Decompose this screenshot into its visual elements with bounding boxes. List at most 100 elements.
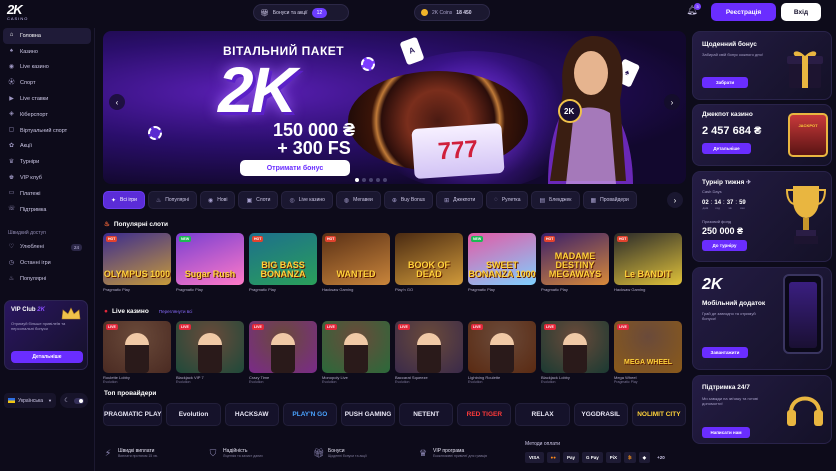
tab-category[interactable]: ⊕ Buy Bonus [383, 191, 434, 209]
live-game-tile[interactable]: LIVE Blackjack VIP 7 Evolution [176, 321, 244, 384]
contact-us-button[interactable]: Написати нам [702, 427, 750, 438]
game-thumbnail[interactable]: HOT Le BANDIT [614, 233, 682, 285]
game-tile[interactable]: HOT Le BANDIT Hacksaw Gaming [614, 233, 682, 292]
login-button[interactable]: Вхід [781, 3, 821, 21]
tab-category[interactable]: ▣ Слоти [238, 191, 279, 209]
game-title: SWEET BONANZA 1000 [468, 260, 536, 279]
carousel-dot[interactable] [362, 178, 366, 182]
carousel-dot[interactable] [369, 178, 373, 182]
carousel-dot[interactable] [355, 178, 359, 182]
chevron-right-icon[interactable]: › [664, 94, 680, 110]
provider-logo[interactable]: NOLIMIT CITY [631, 403, 686, 426]
prize-value: 250 000 ₴ [702, 226, 744, 236]
coins-pill[interactable]: 2K Coins 18 450 [414, 4, 490, 21]
game-tile[interactable]: NEW Sugar Rush Pragmatic Play [176, 233, 244, 292]
game-thumbnail[interactable]: NEW Sugar Rush [176, 233, 244, 285]
live-game-tile[interactable]: LIVE Roulette Lobby Evolution [103, 321, 171, 384]
chevron-right-icon[interactable]: › [667, 192, 683, 208]
chevron-left-icon[interactable]: ‹ [109, 94, 125, 110]
live-thumbnail[interactable]: LIVE [468, 321, 536, 373]
game-tile[interactable]: BOOK OF DEAD Play'n GO [395, 233, 463, 292]
sidebar-item-sport[interactable]: ⚽︎ Спорт [0, 75, 94, 91]
provider-logo[interactable]: RED TIGER [457, 403, 512, 426]
live-thumbnail[interactable]: LIVE [249, 321, 317, 373]
provider-logo[interactable]: PLAY'N GO [282, 403, 337, 426]
tab-category[interactable]: ◎ Live казино [281, 191, 333, 209]
game-thumbnail[interactable]: HOT WANTED [322, 233, 390, 285]
provider-logo[interactable]: Evolution [166, 403, 221, 426]
tab-category[interactable]: ▤ Блекджек [531, 191, 580, 209]
provider-logo[interactable]: PRAGMATIC PLAY [103, 403, 163, 426]
game-thumbnail[interactable]: BOOK OF DEAD [395, 233, 463, 285]
carousel-dot[interactable] [383, 178, 387, 182]
live-thumbnail[interactable]: LIVE [395, 321, 463, 373]
sidebar-item-live-casino[interactable]: ◉ Live казино [0, 60, 94, 76]
tab-category[interactable]: ◍ Мегавеи [335, 191, 381, 209]
carousel-dots[interactable] [355, 178, 387, 182]
sidebar-item-favorites[interactable]: ♡ Улюблені 24 [0, 240, 94, 256]
casino-page: 2K CASINO 🎁︎ Бонуси та акції 12 2K Coins… [0, 0, 836, 471]
sidebar-item-vip[interactable]: ♚ VIP клуб [0, 170, 94, 186]
live-thumbnail[interactable]: LIVE [103, 321, 171, 373]
tournament-button[interactable]: До турніру [702, 240, 747, 251]
provider-logo[interactable]: NETENT [399, 403, 454, 426]
sidebar-item-esports[interactable]: ◈ Кіберспорт [0, 107, 94, 123]
category-icon: ◍ [343, 197, 350, 204]
tab-category[interactable]: ✦ Всі ігри [103, 191, 145, 209]
carousel-dot[interactable] [376, 178, 380, 182]
live-game-tile[interactable]: LIVE Lightning Roulette Evolution [468, 321, 536, 384]
live-game-tile[interactable]: LIVE MEGA WHEEL Mega Wheel Pragmatic Play [614, 321, 682, 384]
hero-banner[interactable]: A ♠ 777 2K ВІТАЛЬНИЙ ПАКЕТ 2K 150 000 ₴ +… [103, 31, 686, 184]
sidebar-item-home[interactable]: ⌂ Головна [3, 28, 91, 44]
live-thumbnail[interactable]: LIVE [541, 321, 609, 373]
theme-toggle[interactable]: ☾ [60, 393, 88, 408]
game-thumbnail[interactable]: HOT OLYMPUS 1000 [103, 233, 171, 285]
hero-amount-value: 150 000 ₴ [272, 120, 356, 140]
sidebar-item-recent[interactable]: ◷ Останні ігри [0, 255, 94, 271]
live-game-tile[interactable]: LIVE Baccarat Squeeze Evolution [395, 321, 463, 384]
logo[interactable]: 2K CASINO [7, 3, 41, 23]
get-bonus-button[interactable]: Отримати бонус [240, 160, 350, 176]
tab-category[interactable]: ⊞ Джекпоти [436, 191, 484, 209]
vip-details-button[interactable]: Детальніше [11, 351, 83, 363]
sidebar-item-virtual[interactable]: ▢ Віртуальний спорт [0, 123, 94, 139]
jackpot-details-button[interactable]: Детальніше [702, 143, 751, 154]
sidebar-item-support[interactable]: ☏ Підтримка [0, 202, 94, 218]
bonuses-pill[interactable]: 🎁︎ Бонуси та акції 12 [253, 4, 349, 21]
tab-category[interactable]: ◉ Нові [200, 191, 236, 209]
live-game-tile[interactable]: LIVE Monopoly Live Evolution [322, 321, 390, 384]
game-tile[interactable]: HOT BIG BASS BONANZA Pragmatic Play [249, 233, 317, 292]
game-tile[interactable]: HOT MADAME DESTINY MEGAWAYS Pragmatic Play [541, 233, 609, 292]
tab-category[interactable]: ◌ Рулетка [486, 191, 529, 209]
game-thumbnail[interactable]: HOT BIG BASS BONANZA [249, 233, 317, 285]
sidebar-item-casino[interactable]: ♠ Казино [0, 44, 94, 60]
game-tile[interactable]: HOT OLYMPUS 1000 Pragmatic Play [103, 233, 171, 292]
view-all-link[interactable]: Переглянути всі [159, 309, 193, 314]
provider-logo[interactable]: PUSH GAMING [340, 403, 396, 426]
language-selector[interactable]: Українська ▼ [4, 393, 56, 408]
register-button[interactable]: Реєстрація [711, 3, 776, 21]
live-thumbnail[interactable]: LIVE [322, 321, 390, 373]
live-game-tile[interactable]: LIVE Blackjack Lobby Evolution [541, 321, 609, 384]
live-thumbnail[interactable]: LIVE MEGA WHEEL [614, 321, 682, 373]
tab-category[interactable]: ▦ Провайдери [582, 191, 637, 209]
live-thumbnail[interactable]: LIVE [176, 321, 244, 373]
game-thumbnail[interactable]: NEW SWEET BONANZA 1000 [468, 233, 536, 285]
claim-bonus-button[interactable]: Забрати [702, 77, 748, 88]
bell-icon[interactable]: 🔔︎ 3 [685, 3, 701, 19]
sidebar-item-live-bets[interactable]: ▶ Live ставки [0, 91, 94, 107]
game-tile[interactable]: NEW SWEET BONANZA 1000 Pragmatic Play [468, 233, 536, 292]
game-thumbnail[interactable]: HOT MADAME DESTINY MEGAWAYS [541, 233, 609, 285]
live-game-tile[interactable]: LIVE Crazy Time Evolution [249, 321, 317, 384]
tab-category[interactable]: ♨ Популярні [147, 191, 198, 209]
game-provider: Hacksaw Gaming [322, 287, 354, 292]
sidebar-item-popular[interactable]: ♨ Популярні [0, 271, 94, 287]
sidebar-item-tournaments[interactable]: ♛ Турніри [0, 154, 94, 170]
provider-logo[interactable]: YGGDRASIL [573, 403, 628, 426]
provider-logo[interactable]: HACKSAW [224, 403, 279, 426]
sidebar-item-promos[interactable]: ✿ Акції [0, 139, 94, 155]
game-tile[interactable]: HOT WANTED Hacksaw Gaming [322, 233, 390, 292]
provider-logo[interactable]: RELAX [515, 403, 570, 426]
download-app-button[interactable]: Завантажити [702, 347, 748, 358]
sidebar-item-payments[interactable]: ▭ Платежі [0, 186, 94, 202]
